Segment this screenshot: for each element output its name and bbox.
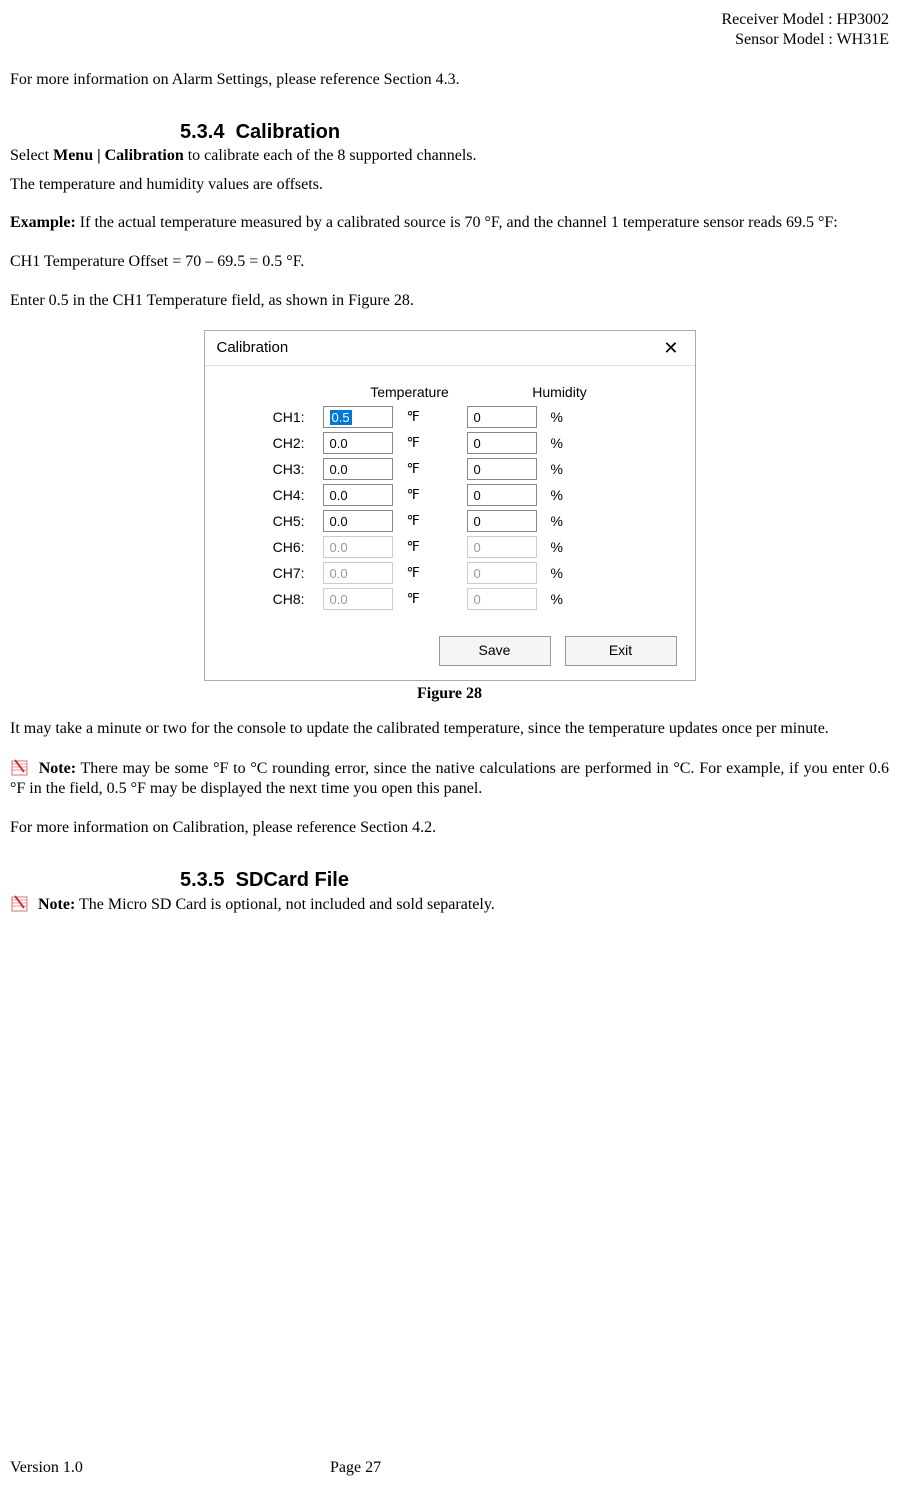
version-label: Version 1.0 xyxy=(10,1459,83,1477)
alarm-ref-line: For more information on Alarm Settings, … xyxy=(10,70,889,91)
calibration-row: CH5:0.0℉0% xyxy=(205,510,695,532)
unit-fahrenheit: ℉ xyxy=(393,538,467,555)
save-button[interactable]: Save xyxy=(439,636,551,666)
humidity-input[interactable]: 0 xyxy=(467,458,537,480)
temperature-input[interactable]: 0.5 xyxy=(323,406,393,428)
heading-535-title: SDCard File xyxy=(236,869,349,891)
unit-percent: % xyxy=(537,539,611,555)
note-icon xyxy=(10,758,30,776)
unit-percent: % xyxy=(537,461,611,477)
channel-label: CH7: xyxy=(205,565,323,581)
humidity-input[interactable]: 0 xyxy=(467,432,537,454)
channel-label: CH2: xyxy=(205,435,323,451)
after-figure-para: It may take a minute or two for the cons… xyxy=(10,719,889,740)
unit-percent: % xyxy=(537,591,611,607)
calibration-row: CH3:0.0℉0% xyxy=(205,458,695,480)
channel-label: CH3: xyxy=(205,461,323,477)
temperature-input: 0.0 xyxy=(323,562,393,584)
heading-535: 5.3.5 SDCard File xyxy=(180,869,889,892)
figure-caption: Figure 28 xyxy=(10,685,889,703)
heading-534-title: Calibration xyxy=(236,121,340,143)
channel-label: CH8: xyxy=(205,591,323,607)
column-headers: Temperature Humidity xyxy=(205,384,695,400)
unit-fahrenheit: ℉ xyxy=(393,512,467,529)
receiver-model: Receiver Model : HP3002 xyxy=(10,10,889,30)
humidity-input[interactable]: 0 xyxy=(467,510,537,532)
humidity-input: 0 xyxy=(467,562,537,584)
channel-label: CH5: xyxy=(205,513,323,529)
heading-535-num: 5.3.5 xyxy=(180,869,224,891)
temperature-input[interactable]: 0.0 xyxy=(323,484,393,506)
enter-line: Enter 0.5 in the CH1 Temperature field, … xyxy=(10,291,889,312)
calibration-row: CH4:0.0℉0% xyxy=(205,484,695,506)
page-number: Page 27 xyxy=(330,1459,381,1477)
select-line: Select Menu | Calibration to calibrate e… xyxy=(10,146,889,167)
unit-percent: % xyxy=(537,409,611,425)
note-icon xyxy=(10,894,30,912)
unit-fahrenheit: ℉ xyxy=(393,460,467,477)
unit-percent: % xyxy=(537,435,611,451)
note2-label: Note: xyxy=(38,896,75,913)
note1-label: Note: xyxy=(39,760,76,777)
dialog-title: Calibration xyxy=(217,339,289,356)
calibration-row: CH2:0.0℉0% xyxy=(205,432,695,454)
calibration-row: CH1:0.5℉0% xyxy=(205,406,695,428)
note-2: Note: The Micro SD Card is optional, not… xyxy=(10,894,889,916)
example-label: Example: xyxy=(10,214,76,231)
col-temperature: Temperature xyxy=(335,384,485,400)
menu-path: Menu | Calibration xyxy=(53,147,184,164)
heading-534: 5.3.4 Calibration xyxy=(180,121,889,144)
dialog-titlebar: Calibration ✕ xyxy=(205,331,695,366)
example-para: Example: If the actual temperature measu… xyxy=(10,213,889,234)
unit-fahrenheit: ℉ xyxy=(393,434,467,451)
humidity-input: 0 xyxy=(467,536,537,558)
page-footer: Version 1.0 Page 27 xyxy=(10,1459,889,1477)
humidity-input: 0 xyxy=(467,588,537,610)
channel-label: CH1: xyxy=(205,409,323,425)
unit-fahrenheit: ℉ xyxy=(393,564,467,581)
unit-fahrenheit: ℉ xyxy=(393,590,467,607)
sensor-model: Sensor Model : WH31E xyxy=(10,30,889,50)
unit-percent: % xyxy=(537,565,611,581)
calibration-dialog: Calibration ✕ Temperature Humidity CH1:0… xyxy=(204,330,696,681)
temperature-input[interactable]: 0.0 xyxy=(323,458,393,480)
col-humidity: Humidity xyxy=(485,384,635,400)
offsets-line: The temperature and humidity values are … xyxy=(10,175,889,196)
temperature-input[interactable]: 0.0 xyxy=(323,432,393,454)
note-1: Note: There may be some °F to °C roundin… xyxy=(10,758,889,801)
offset-calc: CH1 Temperature Offset = 70 – 69.5 = 0.5… xyxy=(10,252,889,273)
unit-fahrenheit: ℉ xyxy=(393,486,467,503)
temperature-input[interactable]: 0.0 xyxy=(323,510,393,532)
calibration-row: CH7:0.0℉0% xyxy=(205,562,695,584)
humidity-input[interactable]: 0 xyxy=(467,484,537,506)
page-header: Receiver Model : HP3002 Sensor Model : W… xyxy=(10,10,889,50)
temperature-input: 0.0 xyxy=(323,588,393,610)
calibration-row: CH6:0.0℉0% xyxy=(205,536,695,558)
heading-534-num: 5.3.4 xyxy=(180,121,224,143)
channel-label: CH4: xyxy=(205,487,323,503)
unit-percent: % xyxy=(537,487,611,503)
calib-ref-line: For more information on Calibration, ple… xyxy=(10,818,889,839)
unit-fahrenheit: ℉ xyxy=(393,408,467,425)
exit-button[interactable]: Exit xyxy=(565,636,677,666)
humidity-input[interactable]: 0 xyxy=(467,406,537,428)
temperature-input: 0.0 xyxy=(323,536,393,558)
unit-percent: % xyxy=(537,513,611,529)
close-icon[interactable]: ✕ xyxy=(657,337,684,359)
calibration-row: CH8:0.0℉0% xyxy=(205,588,695,610)
channel-label: CH6: xyxy=(205,539,323,555)
